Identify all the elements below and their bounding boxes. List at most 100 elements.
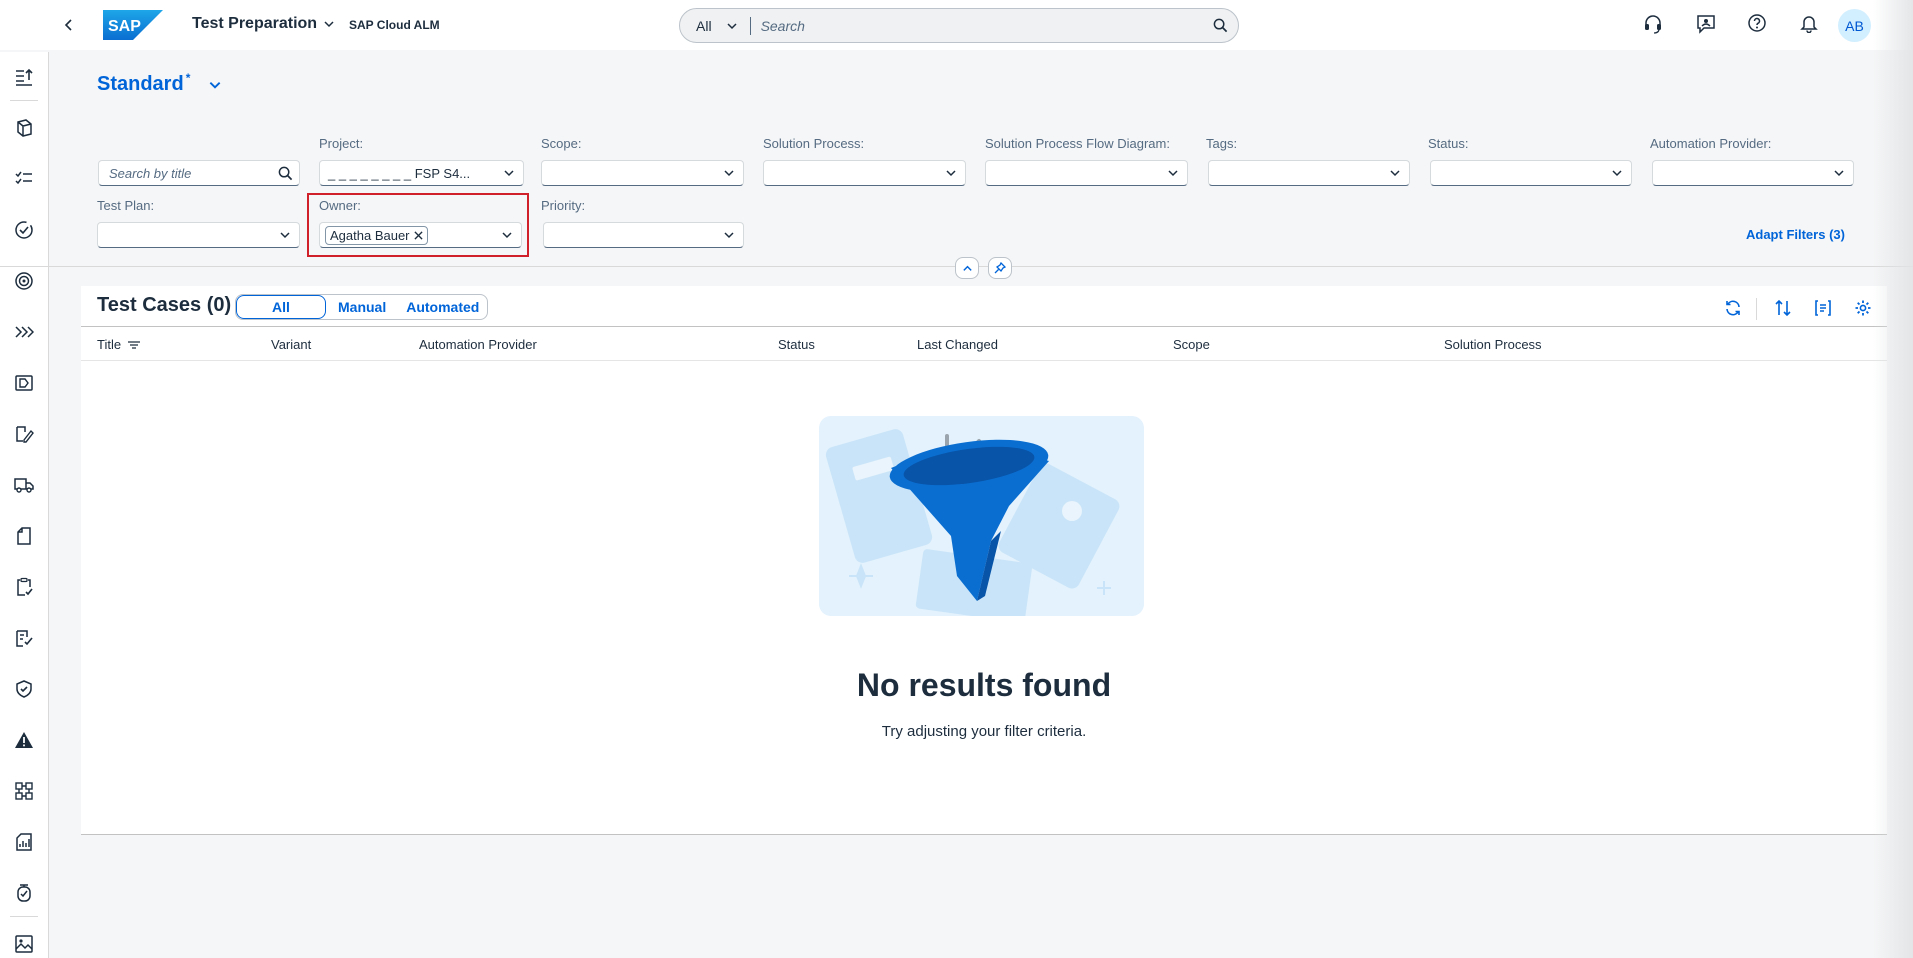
nav-requirements-icon[interactable] (0, 365, 47, 401)
feedback-icon[interactable] (1695, 13, 1717, 39)
owner-filter-label: Owner: (319, 198, 361, 213)
scope-filter-select[interactable] (541, 160, 744, 186)
tags-filter-label: Tags: (1206, 136, 1238, 151)
automation-provider-filter-select[interactable] (1652, 160, 1854, 186)
nav-reports-icon[interactable] (0, 824, 47, 860)
nav-document-icon[interactable] (0, 518, 47, 554)
refresh-icon[interactable] (1720, 295, 1746, 321)
global-search[interactable]: All Search (679, 8, 1239, 43)
notification-bell-icon[interactable] (1799, 13, 1819, 39)
chevron-down-icon[interactable] (271, 229, 299, 241)
back-button[interactable] (58, 14, 80, 36)
side-navigation (0, 52, 49, 958)
sort-indicator-icon (128, 340, 141, 349)
project-filter-value: _ _ _ _ _ _ _ _ FSP S4... (328, 165, 471, 181)
chevron-down-icon[interactable] (1381, 167, 1409, 179)
status-filter-label: Status: (1428, 136, 1469, 151)
column-header-scope[interactable]: Scope (1173, 337, 1210, 352)
search-scope-value: All (696, 17, 712, 34)
pin-header-button[interactable] (988, 257, 1012, 279)
sort-icon[interactable] (1770, 295, 1796, 321)
segment-manual[interactable]: Manual (326, 295, 396, 319)
column-header-solution-process[interactable]: Solution Process (1444, 337, 1542, 352)
nav-test-execution-icon[interactable] (0, 620, 47, 656)
chevron-down-icon[interactable] (493, 229, 521, 241)
project-filter-select[interactable]: _ _ _ _ _ _ _ _ FSP S4... (319, 160, 524, 186)
chevron-down-icon[interactable] (715, 167, 743, 179)
search-input[interactable]: Search (761, 18, 1202, 34)
test-plan-filter-select[interactable] (97, 222, 300, 248)
chevron-down-icon[interactable] (715, 229, 743, 241)
close-icon[interactable] (413, 230, 423, 240)
priority-filter-select[interactable] (543, 222, 744, 248)
nav-goals-icon[interactable] (0, 263, 47, 299)
flow-diagram-filter-label: Solution Process Flow Diagram: (985, 136, 1170, 151)
chevron-down-icon[interactable] (495, 167, 523, 179)
solution-process-filter-select[interactable] (763, 160, 966, 186)
tags-filter-select[interactable] (1208, 160, 1410, 186)
chevron-down-icon[interactable] (1603, 167, 1631, 179)
headset-icon[interactable] (1643, 13, 1663, 39)
settings-icon[interactable] (1850, 295, 1876, 321)
nav-analytics-icon[interactable] (0, 773, 47, 809)
column-header-status[interactable]: Status (778, 337, 815, 352)
shell-bar: SAP Test Preparation SAP Cloud ALM All S… (0, 0, 1913, 50)
nav-timer-icon[interactable] (0, 875, 47, 911)
search-scope-select[interactable]: All (680, 16, 738, 36)
owner-filter-multiinput[interactable]: Agatha Bauer (319, 222, 522, 248)
chevron-down-icon (727, 22, 737, 29)
chevron-down-icon[interactable] (1159, 167, 1187, 179)
nav-tasks-icon[interactable] (0, 161, 47, 197)
pin-icon (994, 262, 1006, 274)
search-icon[interactable] (1202, 18, 1238, 33)
app-title: Test Preparation (192, 15, 318, 32)
priority-filter-label: Priority: (541, 198, 586, 213)
title-search-input[interactable]: Search by title (98, 160, 300, 186)
column-title-label: Title (97, 337, 122, 352)
empty-state-subtitle: Try adjusting your filter criteria. (881, 723, 1087, 740)
user-avatar[interactable]: AB (1838, 9, 1871, 42)
table-header: Title Variant Automation Provider Status… (81, 326, 1887, 361)
sap-logo-text: SAP (108, 18, 141, 35)
column-header-last-changed[interactable]: Last Changed (917, 337, 998, 352)
owner-token-label: Agatha Bauer (330, 227, 410, 243)
help-icon[interactable] (1747, 13, 1767, 39)
search-icon[interactable] (271, 166, 299, 181)
app-title-menu[interactable]: Test Preparation (192, 15, 335, 33)
adapt-filters-button[interactable]: Adapt Filters (3) (1746, 227, 1845, 242)
variant-management[interactable]: Standard * (97, 71, 190, 96)
nav-documents-edit-icon[interactable] (0, 416, 47, 452)
segment-all[interactable]: All (236, 295, 326, 319)
status-filter-select[interactable] (1430, 160, 1632, 186)
flow-diagram-filter-select[interactable] (985, 160, 1188, 186)
solution-process-filter-label: Solution Process: (763, 136, 865, 151)
nav-expand-icon[interactable] (0, 314, 47, 350)
chevron-down-icon[interactable] (937, 167, 965, 179)
title-search-placeholder: Search by title (109, 165, 192, 181)
nav-overview-icon[interactable] (0, 59, 47, 95)
nav-image-icon[interactable] (0, 926, 47, 958)
sap-logo[interactable]: SAP (103, 10, 163, 40)
owner-token[interactable]: Agatha Bauer (325, 225, 428, 245)
nav-test-clipboard-icon[interactable] (0, 569, 47, 605)
column-header-variant[interactable]: Variant (271, 337, 311, 352)
nav-quality-shield-icon[interactable] (0, 671, 47, 707)
segment-automated[interactable]: Automated (396, 295, 487, 319)
test-plan-filter-label: Test Plan: (97, 198, 155, 213)
nav-projects-icon[interactable] (0, 110, 47, 146)
table-title: Test Cases (0) (97, 294, 232, 316)
automation-provider-filter-label: Automation Provider: (1650, 136, 1772, 151)
search-divider (749, 16, 751, 35)
nav-transport-icon[interactable] (0, 467, 47, 503)
column-header-automation-provider[interactable]: Automation Provider (419, 337, 537, 352)
variant-name: Standard (97, 73, 184, 95)
chevron-down-icon[interactable] (208, 78, 222, 97)
nav-process-icon[interactable] (0, 212, 47, 248)
type-segmented-button[interactable]: All Manual Automated (235, 294, 489, 320)
chevron-down-icon[interactable] (1825, 167, 1853, 179)
column-header-title[interactable]: Title (97, 337, 141, 352)
nav-alert-icon[interactable] (0, 722, 47, 758)
collapse-header-button[interactable] (955, 257, 979, 279)
group-icon[interactable] (1810, 295, 1836, 321)
nav-separator (10, 100, 38, 101)
